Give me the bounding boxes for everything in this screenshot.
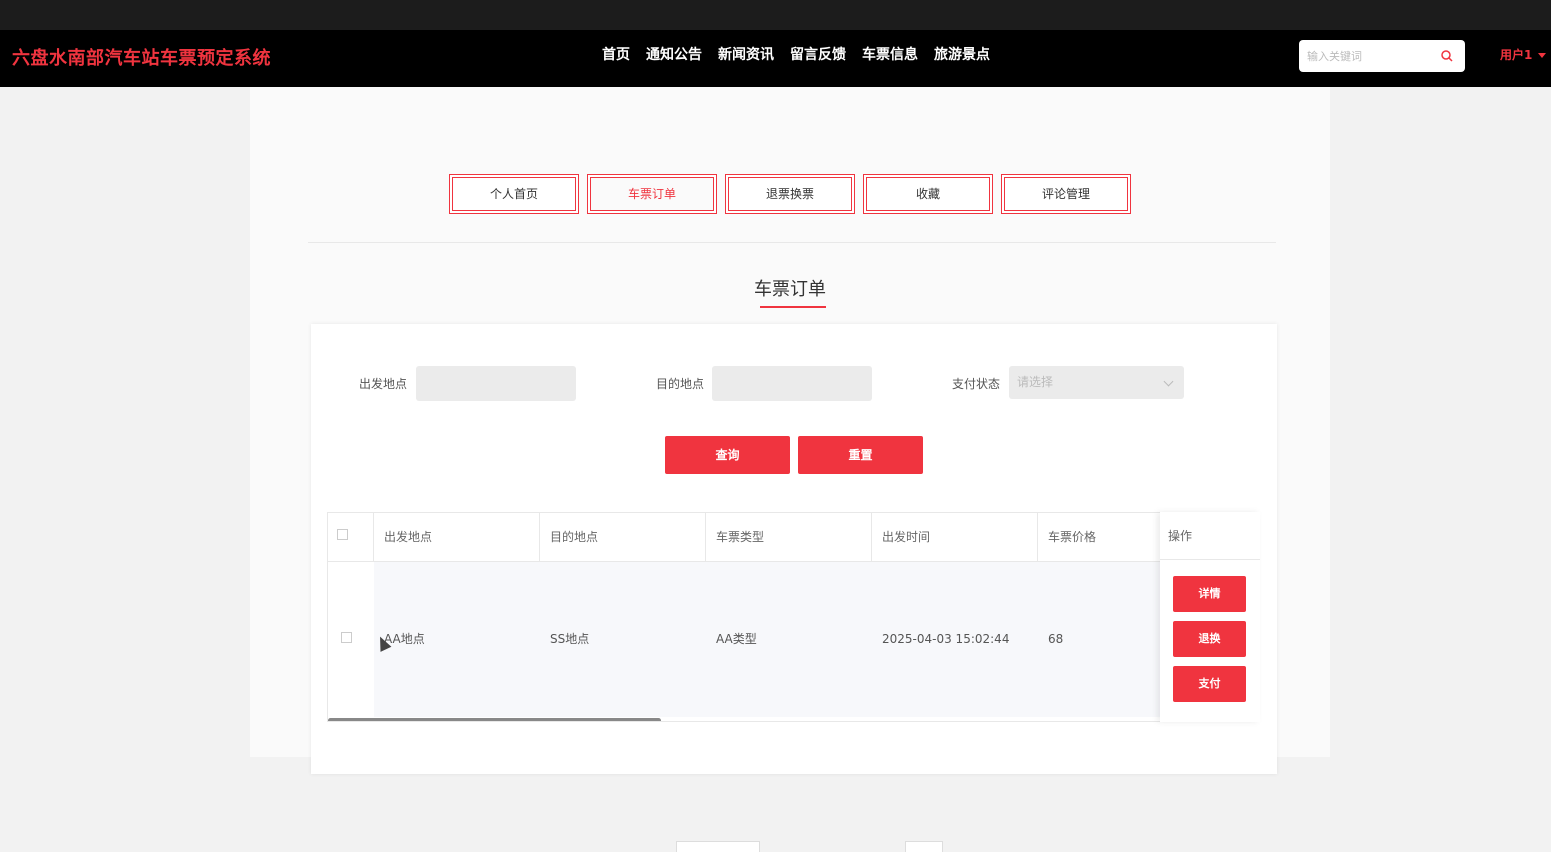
tab-comments[interactable]: 评论管理	[1001, 174, 1131, 214]
search-box	[1299, 40, 1465, 72]
cell-ticket-type: AA类型	[716, 632, 757, 646]
center-tabs: 个人首页 车票订单 退票换票 收藏 评论管理	[449, 174, 1131, 214]
destination-input[interactable]	[712, 366, 872, 401]
pay-button[interactable]: 支付	[1173, 666, 1246, 702]
col-price[interactable]: 车票价格	[1038, 513, 1160, 561]
site-brand[interactable]: 六盘水南部汽车站车票预定系统	[12, 30, 271, 87]
query-button[interactable]: 查询	[665, 436, 790, 474]
pager-select[interactable]	[676, 841, 760, 852]
nav-notices[interactable]: 通知公告	[638, 30, 710, 87]
pay-status-placeholder: 请选择	[1017, 375, 1054, 389]
tab-profile[interactable]: 个人首页	[449, 174, 579, 214]
col-destination[interactable]: 目的地点	[540, 513, 706, 561]
user-name: 用户1	[1500, 48, 1533, 62]
departure-label: 出发地点	[359, 377, 408, 391]
cell-destination: SS地点	[550, 632, 590, 646]
tabs-divider	[308, 242, 1276, 243]
col-actions: 操作	[1160, 512, 1260, 560]
row-checkbox[interactable]	[341, 632, 352, 643]
destination-label: 目的地点	[656, 377, 705, 391]
search-input[interactable]	[1299, 40, 1434, 72]
cell-departure: AA地点	[384, 632, 425, 646]
table-header: 出发地点 目的地点 车票类型 出发时间 车票价格	[328, 513, 1258, 562]
tab-orders[interactable]: 车票订单	[587, 174, 717, 214]
tab-profile-label: 个人首页	[452, 177, 576, 211]
orders-card: 出发地点 目的地点 支付状态 请选择 查询 重置 出发地点 目的地点 车票类型 …	[311, 324, 1277, 774]
tab-favorites-label: 收藏	[866, 177, 990, 211]
section-title: 车票订单	[754, 279, 826, 300]
search-icon[interactable]	[1441, 50, 1453, 62]
actions-column: 操作 详情 退换 支付	[1160, 512, 1260, 722]
site-header: 六盘水南部汽车站车票预定系统 首页 通知公告 新闻资讯 留言反馈 车票信息 旅游…	[0, 30, 1551, 87]
tab-comments-label: 评论管理	[1004, 177, 1128, 211]
nav-home[interactable]: 首页	[594, 30, 638, 87]
col-depart-time[interactable]: 出发时间	[872, 513, 1038, 561]
cell-depart-time: 2025-04-03 15:02:44	[882, 632, 1010, 646]
col-departure[interactable]: 出发地点	[374, 513, 540, 561]
pay-status-label: 支付状态	[952, 377, 1001, 391]
tab-refund-label: 退票换票	[728, 177, 852, 211]
tab-orders-label: 车票订单	[590, 177, 714, 211]
cell-price: 68	[1048, 632, 1064, 646]
tab-favorites[interactable]: 收藏	[863, 174, 993, 214]
caret-down-icon	[1538, 53, 1547, 58]
table-row: AA地点 SS地点 AA类型 2025-04-03 15:02:44 68	[328, 562, 1258, 717]
tab-refund[interactable]: 退票换票	[725, 174, 855, 214]
horizontal-scrollbar[interactable]	[328, 718, 661, 721]
orders-table: 出发地点 目的地点 车票类型 出发时间 车票价格 AA地点 SS地点 AA类型 …	[327, 512, 1259, 722]
main-nav: 首页 通知公告 新闻资讯 留言反馈 车票信息 旅游景点	[594, 30, 998, 87]
nav-feedback[interactable]: 留言反馈	[782, 30, 854, 87]
user-menu[interactable]: 用户1	[1500, 30, 1547, 81]
detail-button[interactable]: 详情	[1173, 576, 1246, 612]
pager-jump-input[interactable]	[905, 841, 943, 852]
nav-news[interactable]: 新闻资讯	[710, 30, 782, 87]
reset-button[interactable]: 重置	[798, 436, 923, 474]
content-panel: 个人首页 车票订单 退票换票 收藏 评论管理 车票订单 出发地点 目的地点 支付…	[250, 87, 1330, 852]
col-ticket-type[interactable]: 车票类型	[706, 513, 872, 561]
title-underline	[760, 306, 826, 308]
top-strip	[0, 0, 1551, 30]
exchange-button[interactable]: 退换	[1173, 621, 1246, 657]
pay-status-select[interactable]: 请选择	[1009, 366, 1184, 399]
departure-input[interactable]	[416, 366, 576, 401]
chevron-down-icon	[1163, 376, 1174, 387]
select-all-checkbox[interactable]	[337, 529, 348, 540]
nav-tickets[interactable]: 车票信息	[854, 30, 926, 87]
header-checkbox-cell	[328, 513, 374, 561]
row-checkbox-cell	[328, 562, 374, 717]
nav-attractions[interactable]: 旅游景点	[926, 30, 998, 87]
